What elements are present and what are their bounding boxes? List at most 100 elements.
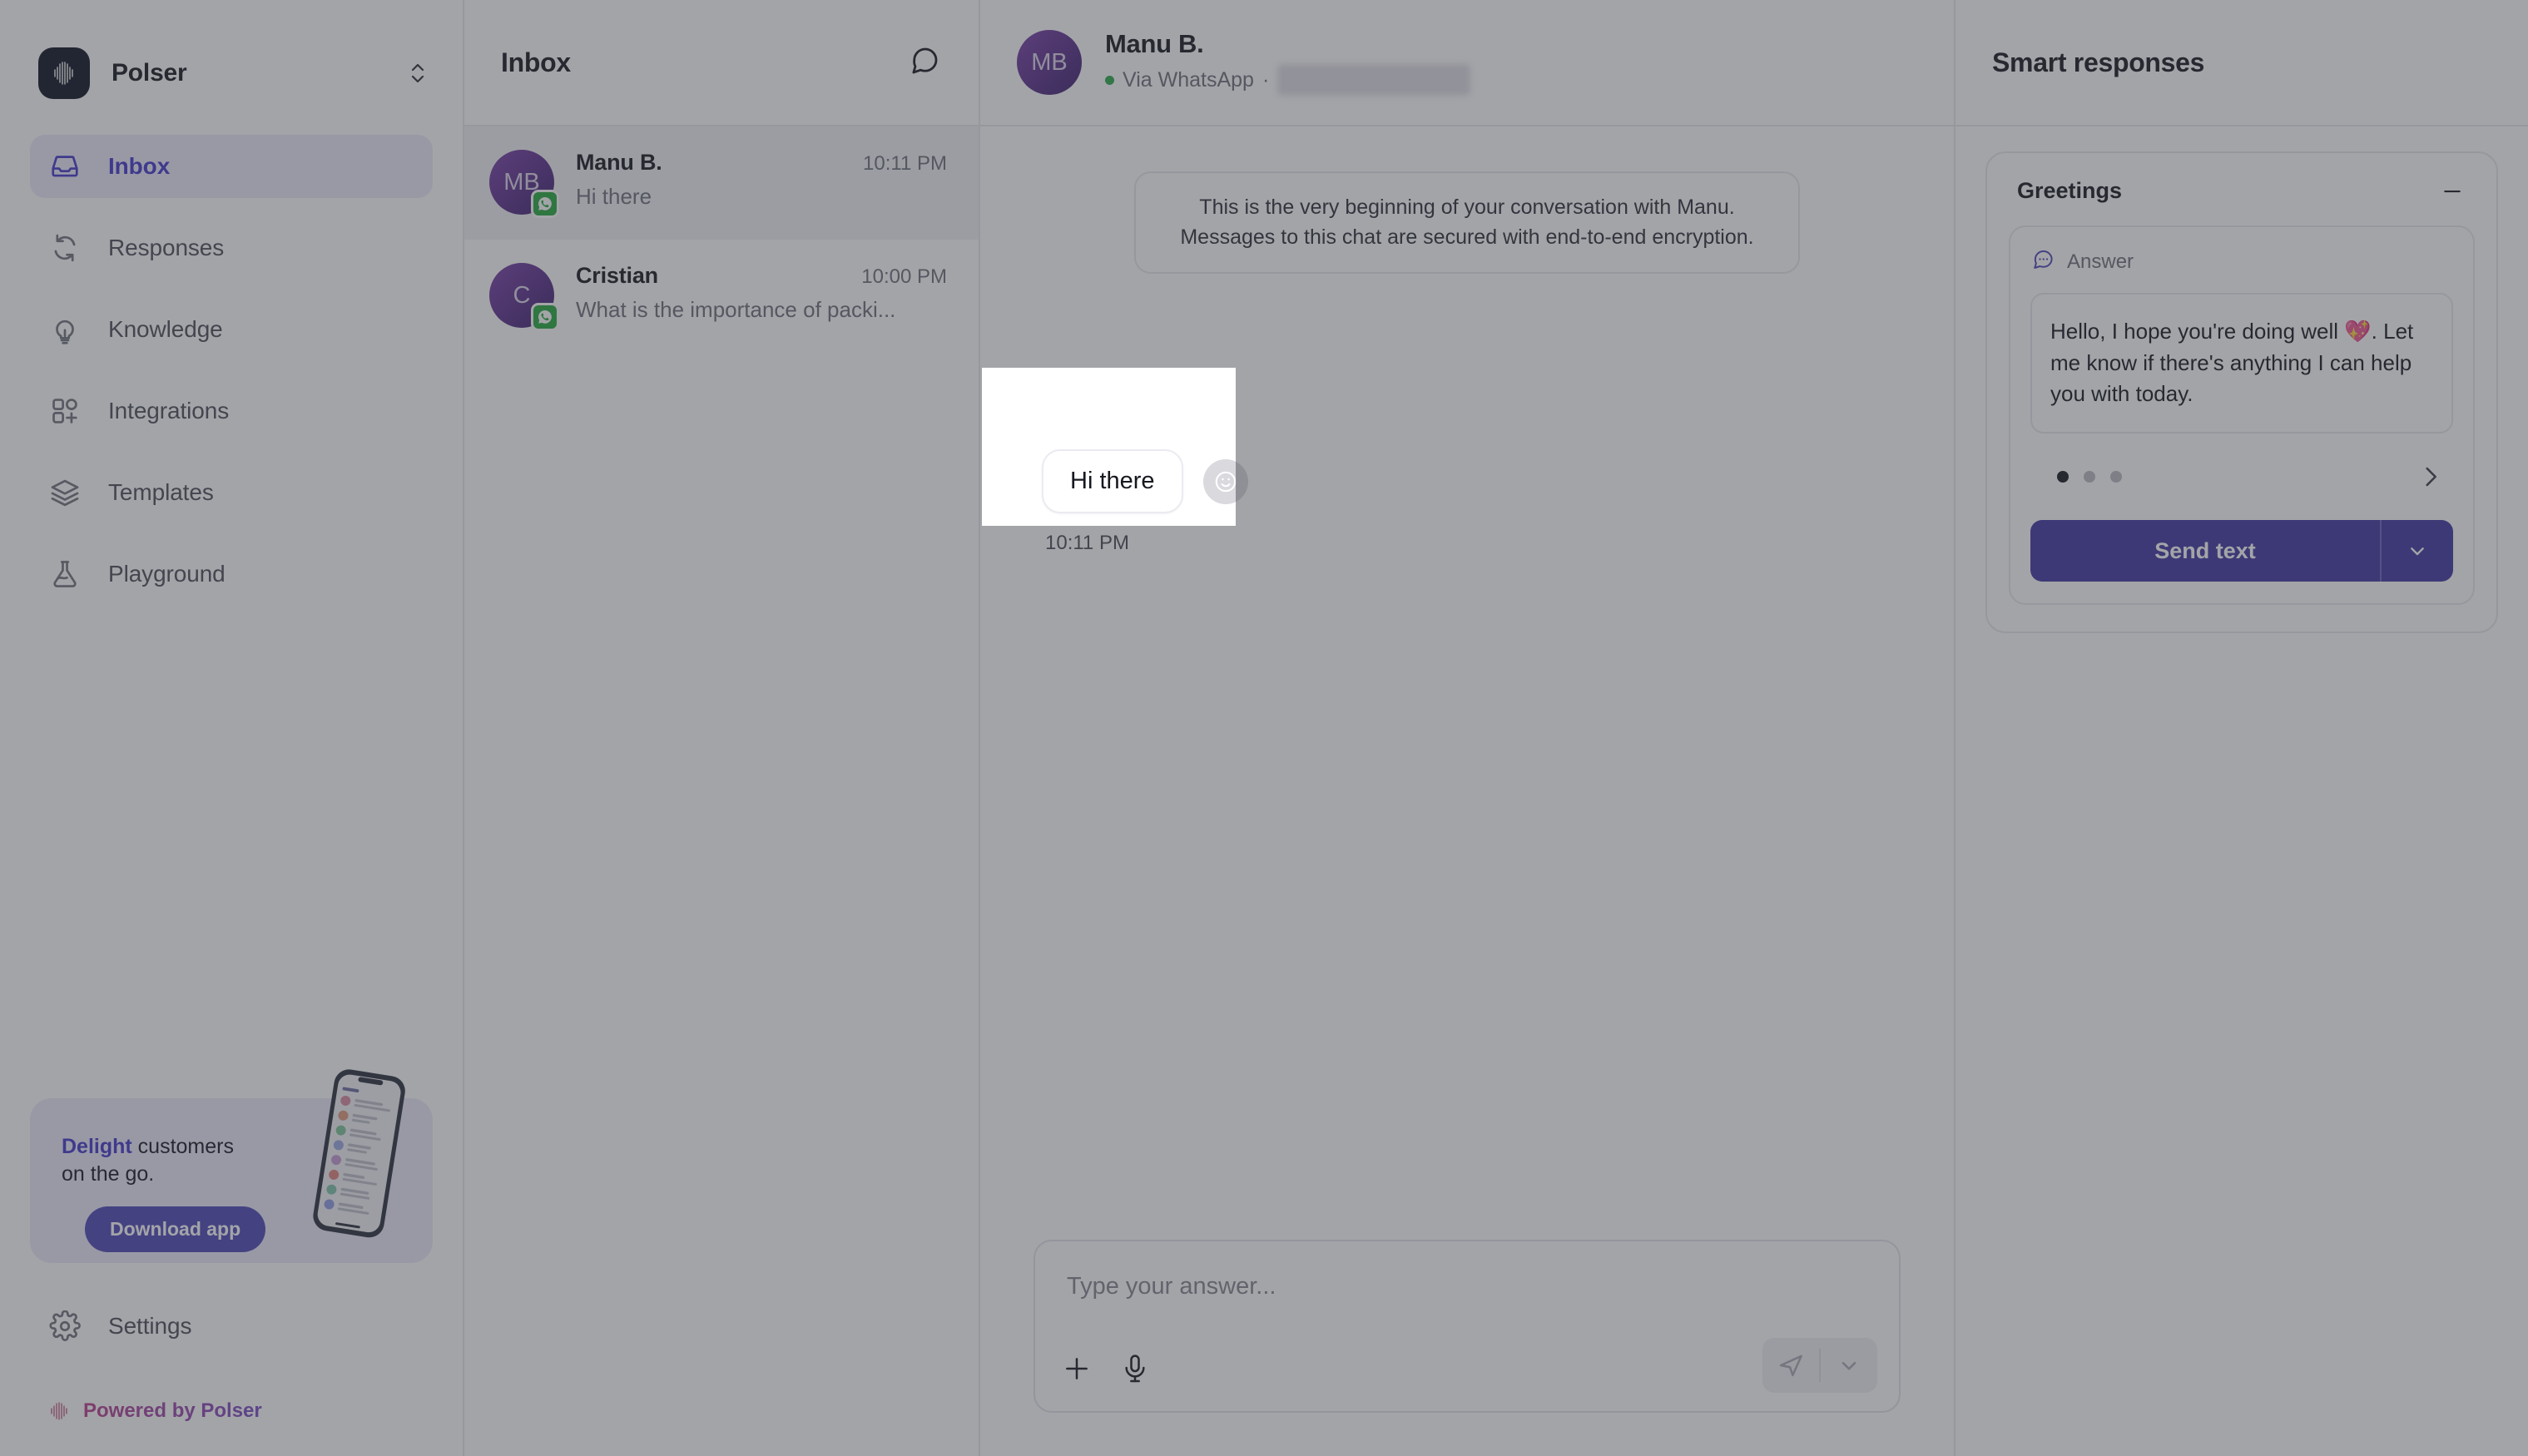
conversation-top-row: Cristian 10:00 PM xyxy=(576,263,947,289)
new-chat-icon[interactable] xyxy=(907,43,942,82)
conversation-list-item-manu-b[interactable]: MB Manu B. 10:11 PM Hi there xyxy=(464,126,979,240)
sidebar-item-playground[interactable]: Playground xyxy=(30,542,433,606)
page-title: Inbox xyxy=(501,47,571,77)
sidebar: Polser Inbox Responses Knowledge Integra… xyxy=(0,0,464,1456)
conversation-start-note: This is the very beginning of your conve… xyxy=(1134,171,1800,274)
sidebar-item-label: Settings xyxy=(108,1313,192,1339)
carousel-dots xyxy=(2039,471,2416,483)
answer-carousel xyxy=(2039,457,2445,497)
lightbulb-icon xyxy=(48,313,82,346)
powered-by-polser[interactable]: Powered by Polser xyxy=(0,1376,463,1456)
conversation-body: Cristian 10:00 PM What is the importance… xyxy=(576,263,947,323)
chat-messages: This is the very beginning of your conve… xyxy=(980,126,1954,1240)
composer-tools xyxy=(1060,1352,1152,1389)
microphone-icon[interactable] xyxy=(1118,1352,1152,1389)
avatar: C xyxy=(489,263,559,331)
conversation-time: 10:11 PM xyxy=(863,152,947,175)
sidebar-item-label: Inbox xyxy=(108,153,171,179)
composer-wrapper: Type your answer... xyxy=(980,1240,1954,1456)
message-bubble[interactable]: Hi there xyxy=(1042,449,1183,513)
carousel-dot-2[interactable] xyxy=(2084,471,2095,483)
chat-header: MB Manu B. Via WhatsApp · xyxy=(980,0,1954,126)
emoji-smile-icon[interactable] xyxy=(1202,458,1248,504)
sidebar-item-inbox[interactable]: Inbox xyxy=(30,135,433,198)
layers-icon xyxy=(48,476,82,509)
smart-response-card-title: Greetings xyxy=(2017,178,2123,203)
smart-responses-title: Smart responses xyxy=(1992,47,2205,77)
send-text-button[interactable]: Send text xyxy=(2030,520,2453,582)
message-composer[interactable]: Type your answer... xyxy=(1034,1240,1901,1413)
whatsapp-icon xyxy=(531,303,559,331)
sidebar-item-settings[interactable]: Settings xyxy=(30,1295,433,1358)
conversation-snippet: Hi there xyxy=(576,184,652,209)
carousel-dot-1[interactable] xyxy=(2057,471,2069,483)
conversation-snippet: What is the importance of packi... xyxy=(576,297,896,322)
mobile-app-promo-card: Delight customers on the go. Download ap… xyxy=(30,1069,433,1263)
sidebar-item-label: Responses xyxy=(108,235,225,260)
conversation-body: Manu B. 10:11 PM Hi there xyxy=(576,150,947,210)
composer-placeholder: Type your answer... xyxy=(1067,1273,1276,1300)
conversation-name: Cristian xyxy=(576,263,658,288)
message-line: Hi there xyxy=(1042,449,1248,513)
chevron-up-down-icon[interactable] xyxy=(406,57,429,90)
whatsapp-icon xyxy=(531,190,559,218)
powered-by-label: Powered by Polser xyxy=(83,1399,262,1422)
sidebar-item-label: Knowledge xyxy=(108,316,223,342)
inbox-header: Inbox xyxy=(464,0,979,126)
promo-highlight: Delight xyxy=(62,1135,132,1158)
chat-dots-icon xyxy=(2030,247,2055,276)
answer-row: Answer xyxy=(2030,247,2453,276)
sidebar-bottom-nav: Settings xyxy=(0,1263,463,1376)
sidebar-item-label: Templates xyxy=(108,479,214,505)
conversation-start-line2: Messages to this chat are secured with e… xyxy=(1180,225,1754,249)
avatar: MB xyxy=(1017,30,1082,95)
smart-response-card-header: Greetings xyxy=(2009,175,2475,225)
grid-plus-icon xyxy=(48,394,82,428)
chevron-down-icon[interactable] xyxy=(1821,1351,1877,1379)
send-text-label: Send text xyxy=(2154,537,2256,563)
inbox-icon xyxy=(48,150,82,183)
redacted-phone-number xyxy=(1277,64,1471,96)
chevron-down-icon[interactable] xyxy=(2382,520,2453,582)
message-incoming: Hi there 10:11 PM xyxy=(1042,449,1248,555)
sidebar-item-templates[interactable]: Templates xyxy=(30,461,433,524)
carousel-dot-3[interactable] xyxy=(2110,471,2122,483)
conversation-list-item-cristian[interactable]: C Cristian 10:00 PM What is the importan… xyxy=(464,240,979,353)
promo-line2: on the go. xyxy=(62,1162,155,1186)
send-paper-plane-icon[interactable] xyxy=(1762,1350,1819,1381)
smart-responses-panel: Smart responses Greetings Answer Hello, … xyxy=(1955,0,2528,1456)
sidebar-item-knowledge[interactable]: Knowledge xyxy=(30,298,433,361)
gear-icon xyxy=(48,1310,82,1343)
answer-label: Answer xyxy=(2067,250,2134,273)
sidebar-item-label: Playground xyxy=(108,561,226,587)
brand-switcher[interactable]: Polser xyxy=(0,0,463,115)
chat-channel-label: Via WhatsApp xyxy=(1123,67,1254,92)
promo-rest: customers xyxy=(131,1135,234,1158)
composer-send-group xyxy=(1762,1338,1877,1393)
message-timestamp: 10:11 PM xyxy=(1045,532,1129,554)
avatar: MB xyxy=(489,150,559,218)
conversation-time: 10:00 PM xyxy=(861,265,947,288)
phone-mockup-image xyxy=(303,1060,411,1253)
smart-response-card-body: Answer Hello, I hope you're doing well 💖… xyxy=(2009,225,2475,606)
sidebar-nav: Inbox Responses Knowledge Integrations T… xyxy=(0,115,463,624)
sidebar-item-label: Integrations xyxy=(108,398,230,423)
conversation-name: Manu B. xyxy=(576,150,662,175)
minus-icon[interactable] xyxy=(2438,179,2466,204)
pulse-logo-icon xyxy=(38,47,90,99)
chat-identity: Manu B. Via WhatsApp · xyxy=(1105,29,1471,96)
chevron-right-icon[interactable] xyxy=(2416,463,2445,491)
smart-responses-header: Smart responses xyxy=(1955,0,2528,126)
chat-panel: MB Manu B. Via WhatsApp · This is the ve… xyxy=(980,0,1955,1456)
app-root: Polser Inbox Responses Knowledge Integra… xyxy=(0,0,2528,1456)
plus-icon[interactable] xyxy=(1060,1352,1093,1389)
sidebar-item-responses[interactable]: Responses xyxy=(30,216,433,280)
brand-name: Polser xyxy=(112,59,187,87)
promo-text: Delight customers on the go. xyxy=(62,1133,295,1188)
download-app-button[interactable]: Download app xyxy=(85,1206,266,1252)
flask-icon xyxy=(48,557,82,591)
sidebar-item-integrations[interactable]: Integrations xyxy=(30,379,433,443)
answer-text[interactable]: Hello, I hope you're doing well 💖. Let m… xyxy=(2030,293,2453,434)
conversation-top-row: Manu B. 10:11 PM xyxy=(576,150,947,176)
inbox-panel: Inbox MB Manu B. 10:11 PM Hi there C Cri… xyxy=(464,0,980,1456)
